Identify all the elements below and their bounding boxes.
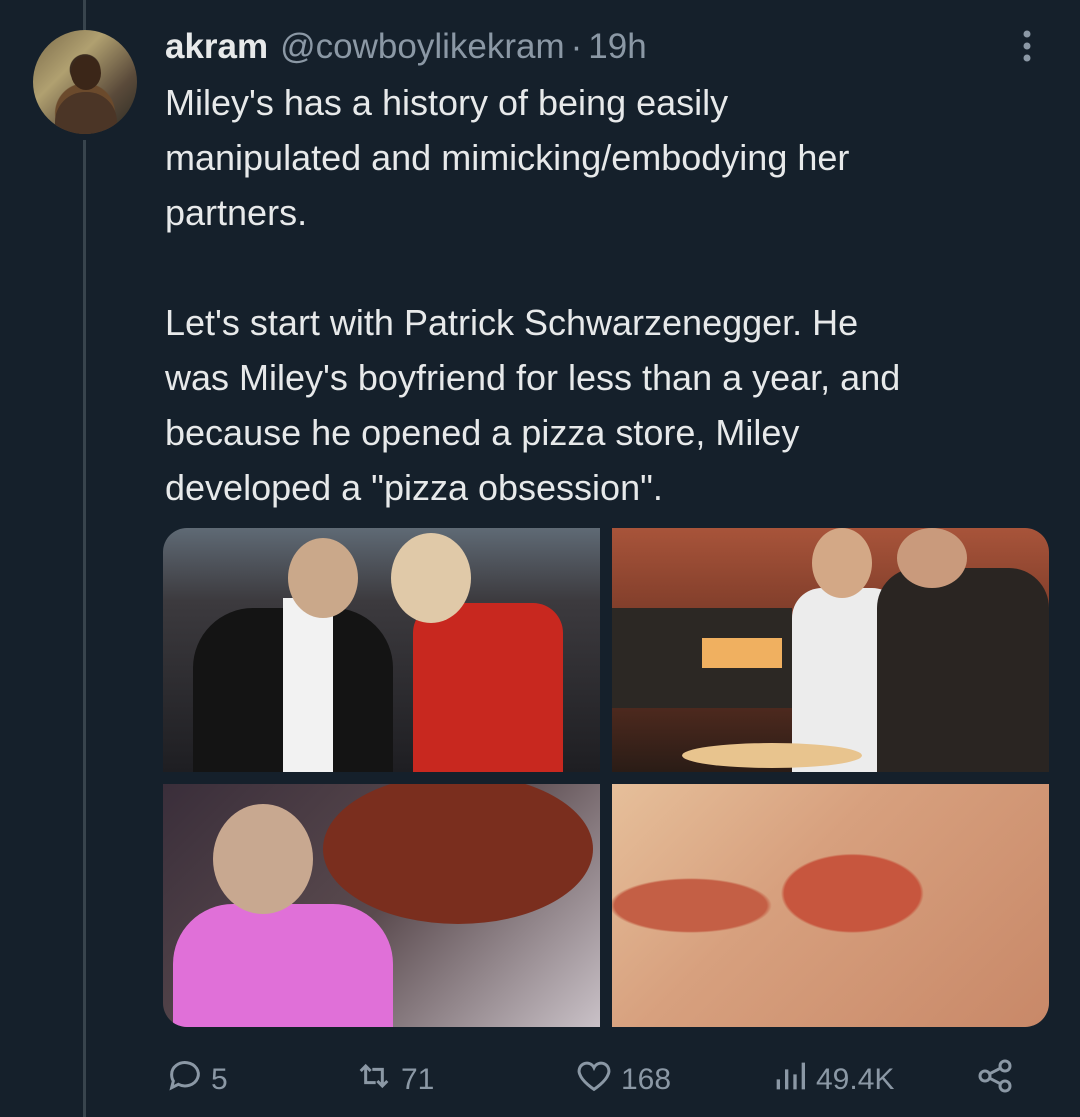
repost-count: 71 [401, 1063, 435, 1096]
views-count: 49.4K [816, 1063, 895, 1096]
thread-line-bottom [83, 140, 86, 1117]
media-photo-couple[interactable] [163, 528, 600, 772]
more-vertical-icon[interactable] [1012, 28, 1042, 64]
action-bar: 5 71 168 49.4K [165, 1055, 1025, 1105]
avatar-head [71, 56, 101, 90]
avatar[interactable] [33, 30, 137, 134]
separator-dot: · [570, 27, 583, 66]
media-photo-pepperoni-closeup[interactable] [612, 784, 1049, 1027]
reply-icon [165, 1056, 211, 1104]
timestamp[interactable]: 19h [588, 27, 646, 67]
repost-button[interactable]: 71 [353, 1055, 434, 1105]
share-icon [975, 1056, 1021, 1104]
views-button[interactable]: 49.4K [770, 1055, 894, 1105]
views-icon [770, 1056, 816, 1104]
like-count: 168 [621, 1063, 672, 1096]
reply-count: 5 [211, 1063, 228, 1096]
heart-icon [573, 1056, 621, 1104]
author-handle[interactable]: @cowboylikekram [280, 27, 565, 67]
like-button[interactable]: 168 [573, 1055, 671, 1105]
repost-icon [353, 1056, 401, 1104]
share-button[interactable] [975, 1055, 1021, 1105]
media-grid [163, 528, 1049, 1027]
media-photo-pizza-cake[interactable] [163, 784, 600, 1027]
author-name[interactable]: akram [165, 27, 268, 67]
media-photo-pizza-store[interactable] [612, 528, 1049, 772]
avatar-body [55, 92, 117, 134]
thread-line-top [83, 0, 86, 30]
tweet-header: akram @cowboylikekram · 19h [165, 22, 647, 72]
reply-button[interactable]: 5 [165, 1055, 228, 1105]
tweet-text: Miley's has a history of being easily ma… [165, 82, 901, 508]
